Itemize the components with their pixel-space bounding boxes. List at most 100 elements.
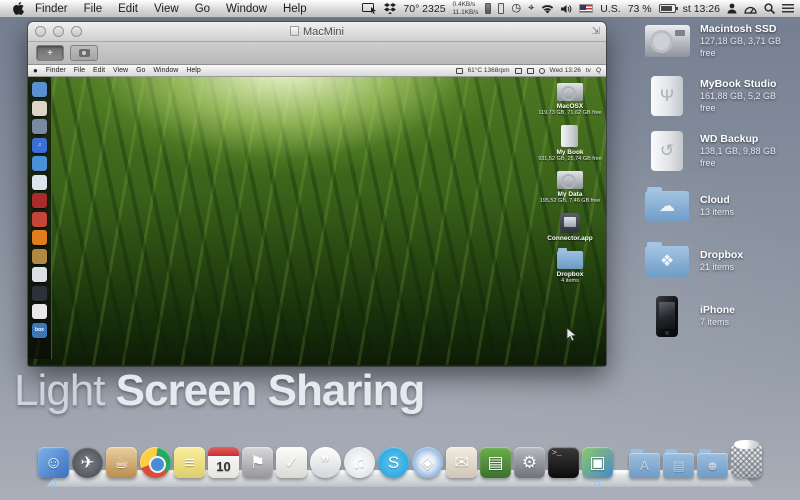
vlc-mini-icon[interactable]	[32, 230, 47, 245]
scale-mode-button[interactable]: +	[36, 45, 64, 61]
finder-mini-icon[interactable]	[32, 82, 47, 97]
dropbox-folder[interactable]: Dropbox 4 items	[557, 251, 584, 284]
remote-menu-item[interactable]: Window	[153, 67, 178, 74]
terminal-icon[interactable]: >_	[548, 447, 579, 478]
apple-menu-icon[interactable]	[12, 2, 25, 15]
messages-icon[interactable]: ❞	[310, 447, 341, 478]
phone-mini-icon[interactable]	[32, 212, 47, 227]
dropbox-folder-icon[interactable]: ❖ Dropbox 21 items	[644, 240, 794, 282]
skype-icon[interactable]: S	[378, 447, 409, 478]
chrome-icon[interactable]	[140, 447, 171, 478]
library-app-icon[interactable]: ▤	[480, 447, 511, 478]
menu-item[interactable]: Go	[195, 3, 210, 15]
menu-item[interactable]: Finder	[35, 3, 68, 15]
ipod-mini-icon[interactable]	[32, 267, 47, 282]
documents-folder-icon[interactable]: ▤	[663, 453, 694, 478]
itunes-mini-icon[interactable]: ♫	[32, 138, 47, 153]
remote-icon-label: Dropbox	[557, 271, 584, 278]
remote-wallpaper: ♫	[28, 77, 606, 365]
wifi-icon[interactable]	[541, 4, 554, 14]
trash-icon[interactable]	[731, 445, 762, 478]
input-source-label[interactable]: U.S.	[600, 3, 620, 15]
my-book-volume[interactable]: My Book 931,52 GB, 25,74 GB free	[538, 125, 602, 162]
media-mini-icon[interactable]	[32, 249, 47, 264]
cloud-folder-icon[interactable]: ☁ Cloud 13 items	[644, 185, 794, 227]
launchpad-icon[interactable]: ✈	[72, 447, 103, 478]
hardware-utility-icon[interactable]: ⚑	[242, 447, 273, 478]
menu-item[interactable]: View	[154, 3, 179, 15]
reminders-icon[interactable]: ✓	[276, 447, 307, 478]
spotlight-search-icon[interactable]	[764, 3, 775, 14]
tagline-bold: Screen Sharing	[116, 366, 425, 415]
volume-icon[interactable]	[561, 4, 572, 14]
remote-menu-item[interactable]: View	[113, 67, 128, 74]
browser-mini-icon[interactable]	[32, 156, 47, 171]
calendar-icon[interactable]: 10	[208, 447, 239, 478]
network-speed-status[interactable]: 0.4KB/s 11.1KB/s	[453, 1, 479, 15]
icon-art: ☁	[645, 191, 689, 222]
icon-glyph: ☁	[659, 196, 675, 216]
mail-icon[interactable]: ✉	[446, 447, 477, 478]
mail-mini-icon[interactable]	[32, 101, 47, 116]
remote-desktop-view[interactable]: ● FinderFileEditViewGoWindowHelp 61°C 13…	[28, 65, 606, 365]
front-row-mini-icon[interactable]	[32, 193, 47, 208]
battery-percent[interactable]: 73 %	[628, 3, 652, 15]
my-data-volume[interactable]: My Data 195,52 GB, 7,46 GB free	[540, 171, 601, 204]
menu-item[interactable]: File	[84, 3, 103, 15]
device-battery-2-icon[interactable]	[498, 3, 504, 14]
piano-mini-icon[interactable]	[32, 304, 47, 319]
safari-icon[interactable]: ◈	[412, 447, 443, 478]
remote-display-icon	[456, 68, 463, 74]
itunes-icon[interactable]: ♫	[344, 447, 375, 478]
remote-menu-item[interactable]: File	[74, 67, 85, 74]
input-source-flag-icon[interactable]	[579, 4, 593, 13]
menu-bar: Finder File Edit View Go Window Help 70° 2325 …	[0, 0, 800, 18]
box-mini-icon[interactable]: box	[32, 323, 47, 338]
menu-item[interactable]: Edit	[118, 3, 138, 15]
applications-folder-icon[interactable]: A	[629, 453, 660, 478]
mybook-studio-icon[interactable]: Ψ MyBook Studio 161,88 GB, 5,2 GB free	[644, 75, 794, 117]
macosx-volume[interactable]: MacOSX 119,73 GB, 71,62 GB free	[538, 83, 601, 116]
wd-backup-icon[interactable]: ↺ WD Backup 138,1 GB, 9,88 GB free	[644, 130, 794, 172]
scale-glyph: +	[47, 48, 53, 59]
location-icon[interactable]: ⌖	[528, 3, 534, 14]
users-folder-icon[interactable]: ☻	[697, 453, 728, 478]
screenshot-button[interactable]	[70, 45, 98, 61]
safari-mini-icon[interactable]	[32, 175, 47, 190]
remote-menu-item[interactable]: Finder	[46, 67, 66, 74]
remote-icon-label: My Book	[556, 149, 583, 156]
dropbox-status-icon[interactable]	[384, 3, 396, 14]
dock-divider[interactable]	[616, 447, 626, 478]
icon-glyph: Ψ	[660, 86, 674, 106]
system-preferences-icon[interactable]: ⚙	[514, 447, 545, 478]
stickies-icon[interactable]: ≡	[174, 447, 205, 478]
screen-sharing-status-icon[interactable]	[362, 3, 377, 14]
finder-icon[interactable]: ☺	[38, 447, 69, 478]
remote-menu-item[interactable]: Help	[186, 67, 200, 74]
status-menus: 70° 2325 0.4KB/s 11.1KB/s ◷ ⌖ U.S. 73 % …	[362, 1, 794, 15]
activity-monitor-mini-icon[interactable]	[32, 286, 47, 301]
iphone-icon[interactable]: iPhone 7 items	[644, 295, 794, 337]
icon-label: iPhone	[700, 304, 735, 317]
menu-item[interactable]: Window	[226, 3, 267, 15]
time-machine-icon[interactable]: ◷	[511, 3, 521, 14]
device-battery-icon[interactable]	[485, 3, 491, 14]
temperature-status[interactable]: 70° 2325	[403, 3, 445, 15]
remote-icon-art	[557, 171, 583, 189]
battery-icon[interactable]	[659, 4, 676, 13]
fullscreen-arrow-icon[interactable]: ⇲	[592, 26, 600, 37]
remote-menu-item[interactable]: Edit	[93, 67, 105, 74]
screen-sharing-icon[interactable]: ▣	[582, 447, 613, 478]
caffeine-app-icon[interactable]: ☕	[106, 447, 137, 478]
macintosh-ssd-icon[interactable]: Macintosh SSD 127,18 GB, 3,71 GB free	[644, 20, 794, 62]
remote-desktop-mini-icon[interactable]	[32, 119, 47, 134]
gauge-icon[interactable]	[744, 4, 757, 14]
clock[interactable]: st 13:26	[683, 3, 720, 15]
notification-center-icon[interactable]	[782, 4, 794, 13]
connector-app[interactable]: Connector.app	[547, 213, 593, 242]
menu-item[interactable]: Help	[283, 3, 307, 15]
remote-menu-item[interactable]: Go	[136, 67, 145, 74]
icon-art	[656, 296, 678, 337]
user-switch-icon[interactable]	[727, 3, 737, 14]
window-titlebar[interactable]: MacMini ⇲	[28, 22, 606, 42]
